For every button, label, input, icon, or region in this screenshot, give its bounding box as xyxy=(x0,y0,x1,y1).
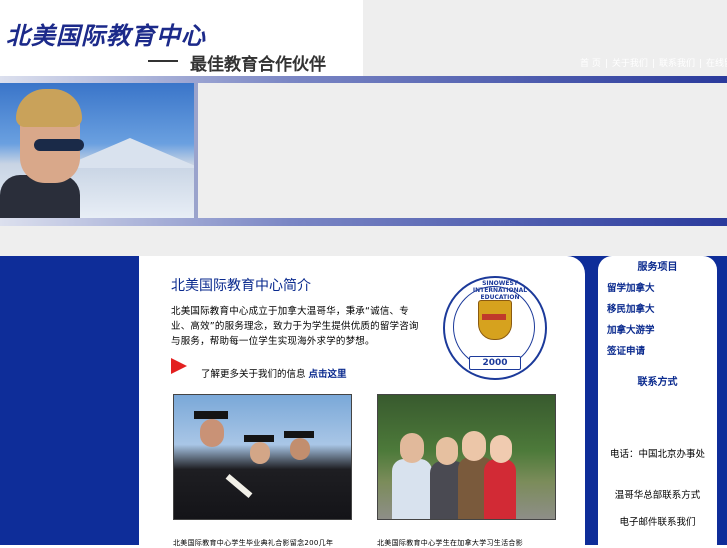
contact-line: 电子邮件联系我们 xyxy=(619,517,696,528)
student-face xyxy=(400,433,424,463)
sidebar-link-immigration[interactable]: 移民加拿大 xyxy=(607,301,655,315)
students-group-photo[interactable] xyxy=(377,394,556,520)
sidebar-heading-services: 服务项目 xyxy=(637,262,678,273)
more-info-link[interactable]: 点击这里 xyxy=(309,369,347,380)
more-info-line: 了解更多关于我们的信息 点击这里 xyxy=(201,366,347,380)
nav-contact[interactable]: 联系我们 xyxy=(659,59,695,69)
graduation-photo[interactable] xyxy=(173,394,352,520)
more-info-text: 了解更多关于我们的信息 xyxy=(201,369,309,380)
grey-strip xyxy=(0,226,727,256)
top-navigation: 首 页|关于我们|联系我们|在线留言 xyxy=(580,56,727,69)
sidebar-heading-contact: 联系方式 xyxy=(637,377,678,388)
banner-person-hair xyxy=(16,89,82,127)
intro-title: 北美国际教育中心简介 xyxy=(171,278,311,294)
student-body xyxy=(484,459,516,519)
nav-home[interactable]: 首 页 xyxy=(580,59,601,69)
photo-caption: 北美国际教育中心学生在加拿大学习生活合影 xyxy=(377,539,523,547)
diploma-scroll xyxy=(225,474,253,498)
banner-divider xyxy=(194,83,198,218)
sidebar-link-visa[interactable]: 签证申请 xyxy=(607,343,645,357)
nav-separator: | xyxy=(699,59,703,69)
banner-gradient-bar xyxy=(0,218,727,226)
nav-separator: | xyxy=(604,59,608,69)
graduation-cap xyxy=(284,431,314,438)
emblem-shield xyxy=(478,300,512,340)
intro-body-text: 北美国际教育中心成立于加拿大温哥华，秉承“诚信、专业、高效”的服务理念，致力于为… xyxy=(171,306,419,347)
site-slogan: 最佳教育合作伙伴 xyxy=(190,55,326,75)
contact-line: 电话：中国北京办事处 xyxy=(609,449,705,460)
site-logo-title[interactable]: 北美国际教育中心 xyxy=(6,16,206,51)
nav-message[interactable]: 在线留言 xyxy=(706,59,727,69)
nav-about[interactable]: 关于我们 xyxy=(612,59,648,69)
sidebar-link-study[interactable]: 留学加拿大 xyxy=(607,280,655,294)
student-body xyxy=(392,459,432,519)
graduate-face xyxy=(290,438,310,460)
emblem-shield-stripe xyxy=(482,314,506,320)
contact-line: 温哥华总部联系方式 xyxy=(614,490,701,501)
emblem-arc-text: SINOWEST INTERNATIONAL EDUCATION xyxy=(472,280,528,301)
student-face xyxy=(490,435,512,463)
graduation-cap xyxy=(194,411,228,419)
slogan-dash xyxy=(148,60,178,62)
banner-sunglasses xyxy=(34,139,84,151)
sidebar-link-tour[interactable]: 加拿大游学 xyxy=(607,322,655,336)
nav-separator: | xyxy=(651,59,655,69)
photo-caption: 北美国际教育中心学生毕业典礼合影留念200几年 xyxy=(173,539,334,547)
graduation-cap xyxy=(244,435,274,442)
graduate-face xyxy=(250,442,270,464)
header-gradient-bar xyxy=(0,76,727,83)
student-face xyxy=(462,431,486,461)
sidebar-panel xyxy=(598,256,717,545)
banner-photo xyxy=(0,83,194,218)
emblem-year: 2000 xyxy=(469,356,521,370)
graduate-face xyxy=(200,419,224,447)
red-arrow-icon xyxy=(171,358,187,374)
student-face xyxy=(436,437,458,465)
